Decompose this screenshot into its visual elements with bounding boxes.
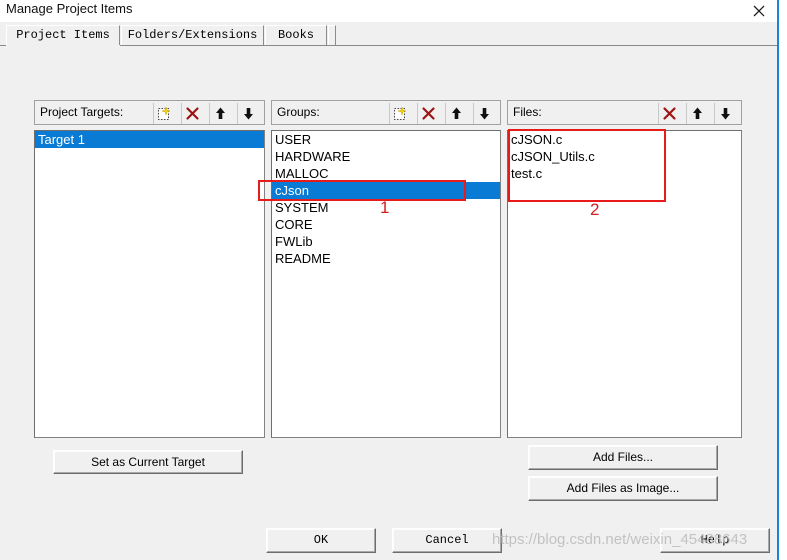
group-item-label: CORE — [275, 217, 313, 232]
project-items-panel: Project Targets: Target 1 Groups: USER H… — [0, 46, 779, 560]
project-targets-label: Project Targets: — [40, 105, 124, 119]
project-target-item[interactable]: Target 1 — [35, 131, 264, 148]
window-title: Manage Project Items — [6, 1, 133, 16]
add-files-button[interactable]: Add Files... — [528, 445, 718, 470]
group-item-label: FWLib — [275, 234, 313, 249]
group-item[interactable]: SYSTEM — [272, 199, 500, 216]
group-item[interactable]: USER — [272, 131, 500, 148]
groups-header: Groups: — [271, 100, 501, 125]
tab-books[interactable]: Books — [265, 25, 327, 46]
cancel-button[interactable]: Cancel — [392, 528, 502, 553]
files-label: Files: — [513, 105, 542, 119]
group-item-label: HARDWARE — [275, 149, 351, 164]
group-item[interactable]: HARDWARE — [272, 148, 500, 165]
group-item[interactable]: FWLib — [272, 233, 500, 250]
set-as-current-target-button[interactable]: Set as Current Target — [53, 450, 243, 474]
close-icon[interactable] — [740, 0, 778, 21]
file-item[interactable]: test.c — [508, 165, 741, 182]
group-item[interactable]: MALLOC — [272, 165, 500, 182]
group-item[interactable]: cJson — [272, 182, 500, 199]
move-up-icon[interactable] — [445, 103, 466, 124]
project-targets-header: Project Targets: — [34, 100, 265, 125]
file-item-label: cJSON.c — [511, 132, 563, 147]
tab-project-items[interactable]: Project Items — [6, 25, 120, 46]
move-up-icon[interactable] — [686, 103, 707, 124]
manage-project-items-dialog: Manage Project Items Project Items Folde… — [0, 0, 779, 560]
files-header: Files: — [507, 100, 742, 125]
tab-strip: Project Items Folders/Extensions Books — [0, 22, 779, 46]
move-up-icon[interactable] — [209, 103, 230, 124]
tab-spacer — [328, 25, 336, 46]
project-targets-listbox[interactable]: Target 1 — [34, 130, 265, 438]
file-item-label: test.c — [511, 166, 543, 181]
group-item[interactable]: CORE — [272, 216, 500, 233]
group-item-label: README — [275, 251, 331, 266]
move-down-icon[interactable] — [237, 103, 258, 124]
file-item-label: cJSON_Utils.c — [511, 149, 595, 164]
move-down-icon[interactable] — [714, 103, 735, 124]
group-item-label: SYSTEM — [275, 200, 329, 215]
group-item-label: cJson — [275, 183, 309, 198]
file-item[interactable]: cJSON_Utils.c — [508, 148, 741, 165]
desktop-background-strip: me — [779, 0, 787, 560]
group-item-label: USER — [275, 132, 312, 147]
project-target-item-label: Target 1 — [38, 132, 85, 147]
groups-listbox[interactable]: USER HARDWARE MALLOC cJson SYSTEM CORE FWLib RE… — [271, 130, 501, 438]
delete-icon[interactable] — [658, 103, 679, 124]
delete-icon[interactable] — [181, 103, 202, 124]
move-down-icon[interactable] — [473, 103, 494, 124]
help-button[interactable]: Help — [660, 528, 770, 553]
groups-label: Groups: — [277, 105, 320, 119]
title-bar: Manage Project Items — [0, 0, 779, 22]
delete-icon[interactable] — [417, 103, 438, 124]
ok-button[interactable]: OK — [266, 528, 376, 553]
tab-folders-extensions[interactable]: Folders/Extensions — [121, 25, 264, 46]
files-listbox[interactable]: cJSON.c cJSON_Utils.c test.c — [507, 130, 742, 438]
group-item-label: MALLOC — [275, 166, 329, 181]
file-item[interactable]: cJSON.c — [508, 131, 741, 148]
group-item[interactable]: README — [272, 250, 500, 267]
new-item-icon[interactable] — [389, 103, 410, 124]
add-files-as-image-button[interactable]: Add Files as Image... — [528, 476, 718, 501]
new-item-icon[interactable] — [153, 103, 174, 124]
